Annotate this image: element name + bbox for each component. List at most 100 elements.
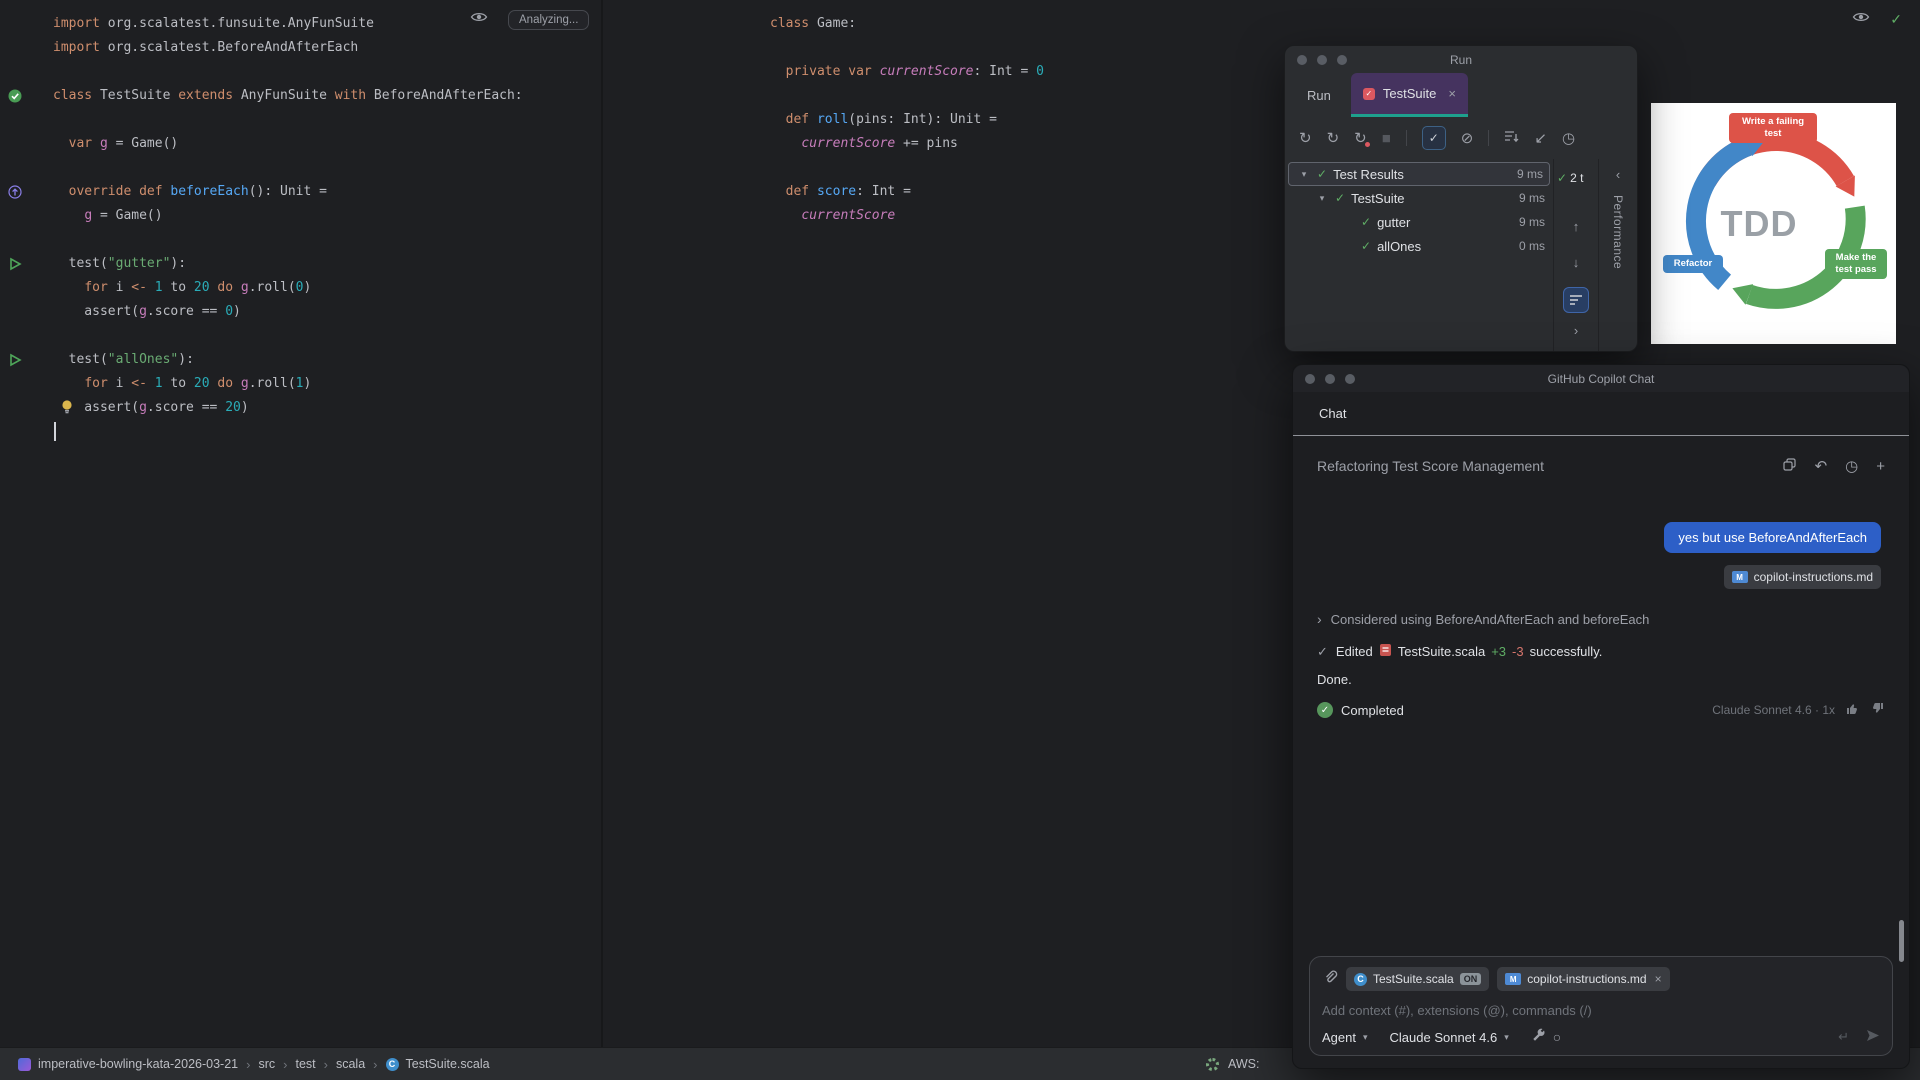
sort-by-duration-icon[interactable] (1504, 129, 1519, 148)
code-line[interactable]: override def beforeEach(): Unit = (53, 180, 523, 204)
code-line[interactable]: test("allOnes"): (53, 348, 523, 372)
context-chip-testsuite[interactable]: C TestSuite.scala ON (1346, 967, 1489, 991)
edited-file-link[interactable]: TestSuite.scala (1398, 644, 1485, 659)
window-close-icon[interactable] (1297, 55, 1307, 65)
code-line[interactable] (770, 36, 1044, 60)
previous-test-icon[interactable]: ↑ (1573, 219, 1580, 234)
thumbs-down-icon[interactable] (1870, 701, 1885, 719)
code-line[interactable] (770, 156, 1044, 180)
chevron-down-icon[interactable]: ▾ (1297, 169, 1311, 180)
eye-icon[interactable] (470, 9, 488, 30)
attachment-chip[interactable]: M copilot-instructions.md (1724, 565, 1881, 589)
mode-selector[interactable]: Agent (1322, 1030, 1356, 1045)
history-icon[interactable]: ◷ (1845, 457, 1858, 475)
chat-input-box[interactable]: C TestSuite.scala ON M copilot-instructi… (1309, 956, 1893, 1056)
inspections-passed-icon[interactable]: ✓ (1890, 11, 1902, 28)
stop-icon[interactable]: ■ (1382, 131, 1391, 146)
conversation-list-icon[interactable] (1782, 457, 1797, 476)
code-line[interactable] (53, 420, 523, 444)
show-ignored-icon[interactable]: ⊘ (1461, 131, 1474, 146)
window-close-icon[interactable] (1305, 374, 1315, 384)
breadcrumb-scala[interactable]: scala (336, 1057, 365, 1071)
tools-icon[interactable] (1531, 1028, 1546, 1046)
test-tree-row-gutter[interactable]: ✓ gutter 9 ms (1285, 210, 1553, 234)
tab-run[interactable]: Run (1295, 73, 1343, 117)
remove-chip-icon[interactable]: × (1655, 972, 1662, 986)
breadcrumb-file[interactable]: TestSuite.scala (406, 1057, 490, 1071)
filter-tests-icon[interactable] (1563, 287, 1589, 313)
run-test-icon[interactable] (8, 257, 22, 276)
code-editor-left[interactable]: import org.scalatest.funsuite.AnyFunSuit… (53, 12, 523, 444)
code-line[interactable] (53, 228, 523, 252)
code-line[interactable]: g = Game() (53, 204, 523, 228)
lightbulb-icon[interactable] (60, 399, 74, 419)
code-line[interactable] (53, 60, 523, 84)
status-sync-icon[interactable] (1206, 1058, 1219, 1071)
send-icon[interactable] (1865, 1028, 1880, 1046)
loop-icon[interactable]: ○ (1553, 1029, 1561, 1045)
scrollbar-thumb[interactable] (1899, 920, 1904, 962)
chevron-right-icon[interactable]: › (1317, 611, 1322, 627)
tab-chat[interactable]: Chat (1319, 406, 1346, 421)
next-test-icon[interactable]: ↓ (1573, 255, 1580, 270)
breadcrumb-test[interactable]: test (295, 1057, 315, 1071)
thumbs-up-icon[interactable] (1845, 701, 1860, 719)
code-line[interactable]: for i <- 1 to 20 do g.roll(0) (53, 276, 523, 300)
new-chat-icon[interactable]: + (1876, 458, 1885, 475)
override-method-icon[interactable] (8, 185, 22, 204)
breadcrumb-src[interactable]: src (258, 1057, 275, 1071)
model-selector[interactable]: Claude Sonnet 4.6 (1390, 1030, 1498, 1045)
code-line[interactable]: class Game: (770, 12, 1044, 36)
code-line[interactable]: def score: Int = (770, 180, 1044, 204)
window-zoom-icon[interactable] (1337, 55, 1347, 65)
performance-tab[interactable]: Performance (1611, 195, 1625, 269)
show-passed-toggle[interactable]: ✓ (1422, 126, 1446, 150)
run-test-icon[interactable] (8, 353, 22, 372)
rerun-tests-icon[interactable]: ↻ (1299, 131, 1312, 146)
test-tree-row-results[interactable]: ▾ ✓ Test Results 9 ms (1288, 162, 1550, 186)
code-line[interactable] (770, 84, 1044, 108)
chat-input-placeholder[interactable]: Add context (#), extensions (@), command… (1322, 1003, 1880, 1018)
window-minimize-icon[interactable] (1317, 55, 1327, 65)
code-line[interactable]: import org.scalatest.funsuite.AnyFunSuit… (53, 12, 523, 36)
code-line[interactable]: currentScore += pins (770, 132, 1044, 156)
close-tab-icon[interactable]: × (1448, 86, 1456, 101)
considered-collapsible[interactable]: › Considered using BeforeAndAfterEach an… (1317, 611, 1885, 627)
aws-status-label[interactable]: AWS: (1228, 1057, 1259, 1071)
collapse-icon[interactable]: ‹ (1616, 167, 1620, 182)
undo-icon[interactable]: ↶ (1815, 457, 1828, 475)
window-zoom-icon[interactable] (1345, 374, 1355, 384)
rerun-icon[interactable]: ↻ (1327, 131, 1340, 146)
tab-testsuite[interactable]: ✓ TestSuite × (1351, 73, 1468, 117)
code-line[interactable]: def roll(pins: Int): Unit = (770, 108, 1044, 132)
import-test-results-icon[interactable]: ↙ (1534, 131, 1547, 146)
rerun-failed-tests-icon[interactable]: ↻ (1354, 131, 1367, 146)
window-minimize-icon[interactable] (1325, 374, 1335, 384)
code-line[interactable]: var g = Game() (53, 132, 523, 156)
test-history-icon[interactable]: ◷ (1562, 131, 1575, 146)
code-line[interactable]: assert(g.score == 0) (53, 300, 523, 324)
chevron-down-icon[interactable]: ▾ (1315, 193, 1329, 204)
eye-icon[interactable] (1852, 9, 1870, 30)
context-chip-instructions[interactable]: M copilot-instructions.md × (1497, 967, 1669, 991)
code-line[interactable]: class TestSuite extends AnyFunSuite with… (53, 84, 523, 108)
code-line[interactable]: for i <- 1 to 20 do g.roll(1) (53, 372, 523, 396)
code-line[interactable]: test("gutter"): (53, 252, 523, 276)
code-line[interactable]: private var currentScore: Int = 0 (770, 60, 1044, 84)
editor-testsuite[interactable]: import org.scalatest.funsuite.AnyFunSuit… (0, 0, 601, 1047)
test-tree-row-suite[interactable]: ▾ ✓ TestSuite 9 ms (1285, 186, 1553, 210)
code-line[interactable]: import org.scalatest.BeforeAndAfterEach (53, 36, 523, 60)
chat-window-titlebar[interactable]: GitHub Copilot Chat (1293, 365, 1909, 392)
code-line[interactable] (53, 324, 523, 348)
code-line[interactable]: currentScore (770, 204, 1044, 228)
breadcrumb-project[interactable]: imperative-bowling-kata-2026-03-21 (38, 1057, 238, 1071)
code-line[interactable] (53, 108, 523, 132)
run-window-titlebar[interactable]: Run (1285, 46, 1637, 73)
code-editor-right[interactable]: class Game: private var currentScore: In… (770, 12, 1044, 228)
code-line[interactable]: assert(g.score == 20) (53, 396, 523, 420)
run-test-class-icon[interactable] (8, 89, 22, 108)
expand-icon[interactable]: › (1574, 323, 1578, 338)
attach-context-icon[interactable] (1322, 969, 1338, 990)
test-tree-row-allones[interactable]: ✓ allOnes 0 ms (1285, 234, 1553, 258)
code-line[interactable] (53, 156, 523, 180)
